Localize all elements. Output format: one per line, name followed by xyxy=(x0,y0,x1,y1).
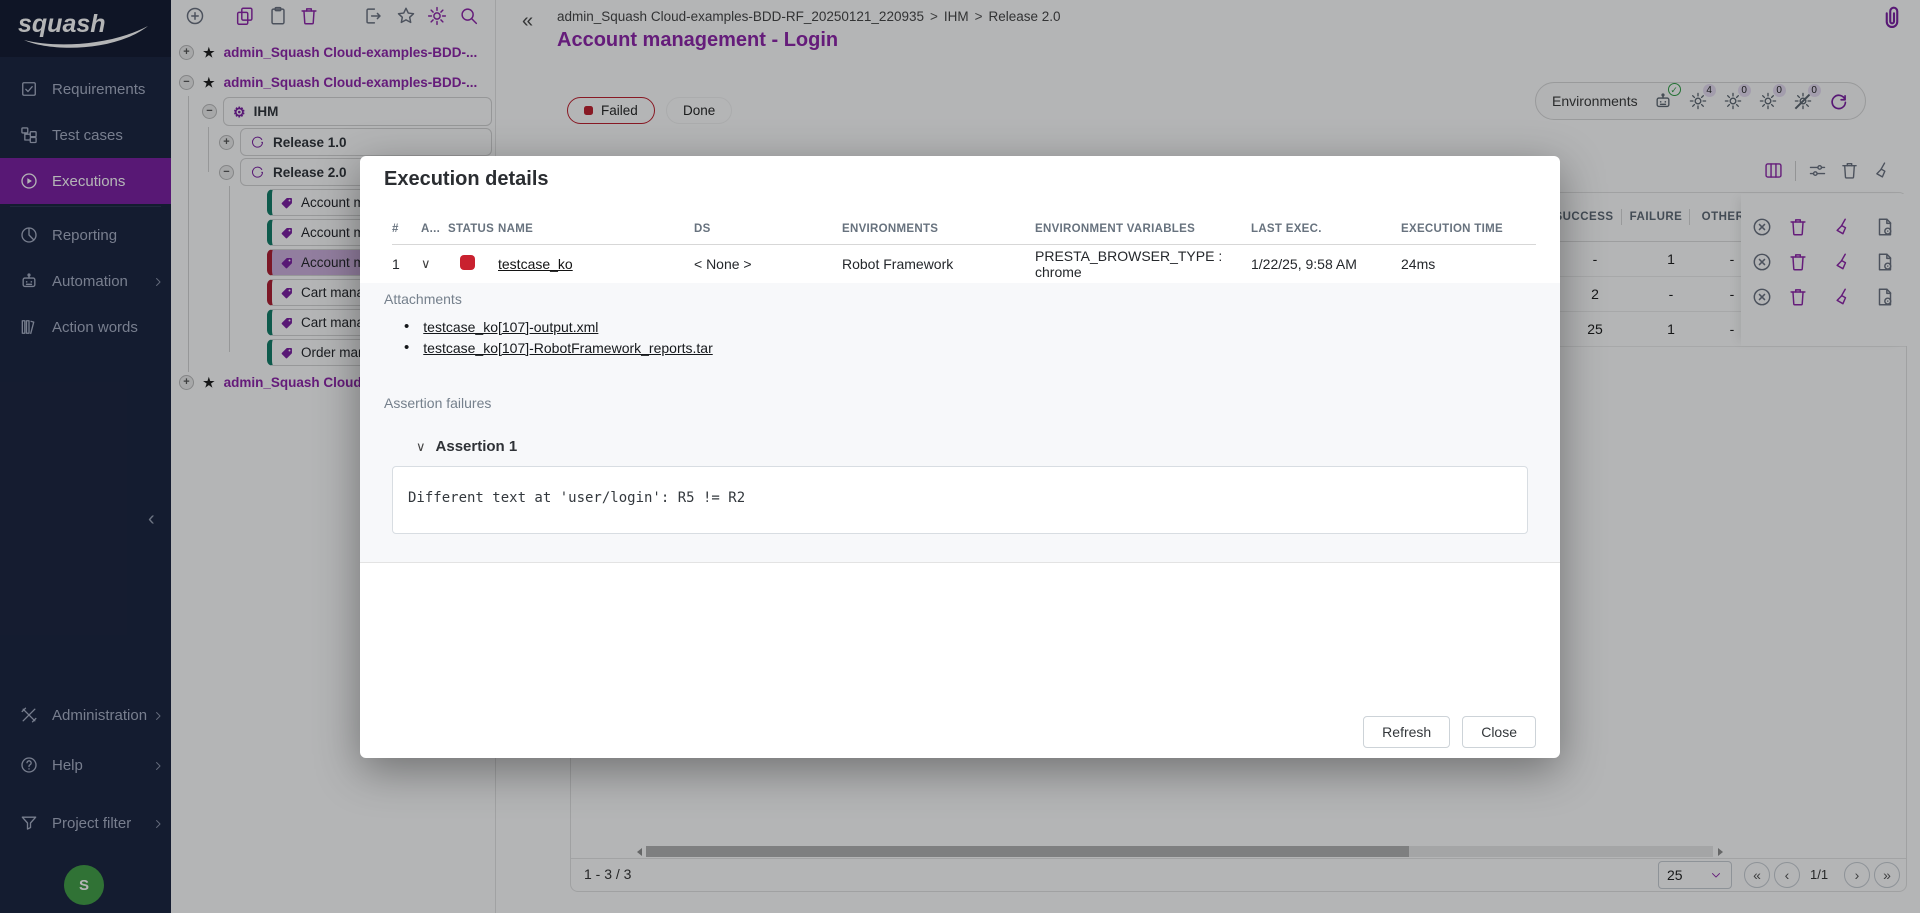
cell-environments: Robot Framework xyxy=(842,256,1035,272)
attachment-item: • testcase_ko[107]-output.xml xyxy=(404,318,598,335)
assertion-header[interactable]: ∨ Assertion 1 xyxy=(416,438,517,455)
modal-footer: Refresh Close xyxy=(1363,716,1536,748)
col-auto: A... xyxy=(421,223,448,235)
cell-exec-time: 24ms xyxy=(1401,256,1536,272)
col-ds: DS xyxy=(694,223,842,235)
execution-table-header: # A... STATUS NAME DS ENVIRONMENTS ENVIR… xyxy=(392,214,1536,245)
collapse-row-icon[interactable]: ∨ xyxy=(421,256,448,272)
col-env-vars: ENVIRONMENT VARIABLES xyxy=(1035,223,1251,235)
refresh-button[interactable]: Refresh xyxy=(1363,716,1450,748)
attachments-label: Attachments xyxy=(384,291,462,307)
col-status: STATUS xyxy=(448,223,498,235)
attachment-link[interactable]: testcase_ko[107]-output.xml xyxy=(423,319,598,335)
col-environments: ENVIRONMENTS xyxy=(842,223,1035,235)
cell-ds: < None > xyxy=(694,256,842,272)
execution-table: # A... STATUS NAME DS ENVIRONMENTS ENVIR… xyxy=(392,214,1536,283)
status-failed-icon xyxy=(460,255,475,270)
assertion-failures-label: Assertion failures xyxy=(384,395,491,411)
col-name: NAME xyxy=(498,223,694,235)
assertion-message: Different text at 'user/login': R5 != R2 xyxy=(408,490,745,506)
close-button[interactable]: Close xyxy=(1462,716,1536,748)
attachment-link[interactable]: testcase_ko[107]-RobotFramework_reports.… xyxy=(423,340,712,356)
cell-num: 1 xyxy=(392,256,421,272)
execution-details-modal: Execution details # A... STATUS NAME DS … xyxy=(360,156,1560,758)
execution-name-link[interactable]: testcase_ko xyxy=(498,256,694,272)
assertion-message-box: Different text at 'user/login': R5 != R2 xyxy=(392,466,1528,534)
col-num: # xyxy=(392,223,421,235)
col-exec-time: EXECUTION TIME xyxy=(1401,223,1536,235)
cell-env-vars: PRESTA_BROWSER_TYPE : chrome xyxy=(1035,248,1251,280)
cell-last-exec: 1/22/25, 9:58 AM xyxy=(1251,256,1401,272)
col-last-exec: LAST EXEC. xyxy=(1251,223,1401,235)
execution-row: 1 ∨ testcase_ko < None > Robot Framework… xyxy=(392,245,1536,283)
bullet-icon: • xyxy=(404,339,409,356)
bullet-icon: • xyxy=(404,318,409,335)
collapse-assertion-icon[interactable]: ∨ xyxy=(416,439,426,455)
modal-title: Execution details xyxy=(384,168,549,191)
assertion-name: Assertion 1 xyxy=(436,438,518,455)
cell-status xyxy=(448,255,498,273)
execution-row-details: Attachments • testcase_ko[107]-output.xm… xyxy=(360,283,1560,563)
attachment-item: • testcase_ko[107]-RobotFramework_report… xyxy=(404,339,713,356)
